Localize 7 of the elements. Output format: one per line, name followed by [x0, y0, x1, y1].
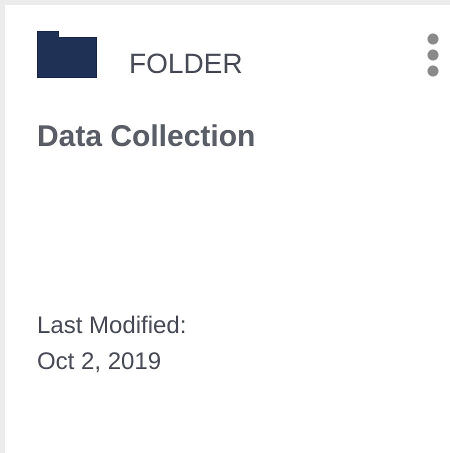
last-modified-date: Oct 2, 2019: [37, 346, 162, 377]
folder-icon: [37, 31, 97, 78]
last-modified-label: Last Modified:: [37, 310, 188, 341]
item-type: FOLDER: [129, 49, 244, 80]
folder-card[interactable]: FOLDER Data Collection Last Modified: Oct 2, 2019: [5, 5, 450, 453]
more-options-icon[interactable]: [426, 33, 440, 77]
card-title: Data Collection: [37, 120, 256, 154]
